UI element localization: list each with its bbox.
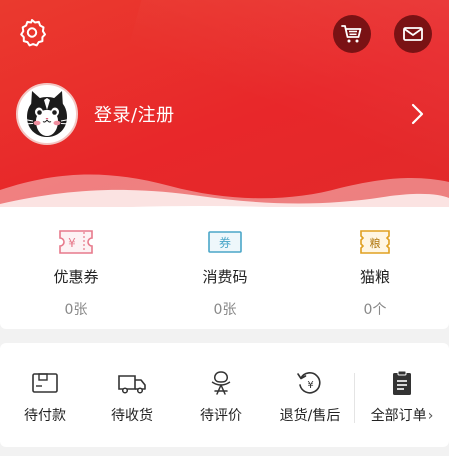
order-label: 待收货: [111, 408, 153, 424]
asset-coupons[interactable]: ¥ 优惠券 0张: [21, 229, 131, 325]
svg-text:券: 券: [219, 235, 231, 250]
order-all[interactable]: 全部订单›: [358, 369, 446, 429]
asset-count: 0张: [213, 302, 237, 318]
login-register-link[interactable]: 登录/注册: [94, 101, 175, 127]
orders-panel: 待付款 待收货 待评价 ¥ 退货/售后 全部订单›: [0, 343, 449, 447]
wallet-icon: [32, 373, 58, 393]
asset-label: 消费码: [202, 268, 248, 286]
svg-text:粮: 粮: [370, 236, 381, 250]
voucher-icon: 券: [208, 231, 242, 253]
asset-count: 0张: [64, 302, 88, 318]
cat-food-icon: 粮: [360, 230, 390, 254]
svg-text:¥: ¥: [68, 236, 76, 250]
profile-header: 登录/注册: [0, 0, 449, 215]
chevron-right-icon: [411, 103, 424, 125]
mail-icon: [403, 27, 423, 41]
order-pending-payment[interactable]: 待付款: [3, 369, 87, 429]
order-label: 退货/售后: [279, 408, 341, 424]
settings-button[interactable]: [16, 16, 48, 48]
orders-divider: [354, 373, 355, 423]
review-icon: [211, 371, 231, 395]
refund-icon: ¥: [297, 372, 321, 394]
clipboard-icon: [393, 370, 411, 395]
asset-vouchers[interactable]: 券 消费码 0张: [170, 229, 280, 325]
asset-label: 猫粮: [359, 268, 390, 286]
cart-button[interactable]: [333, 15, 371, 53]
coupon-icon: ¥: [59, 230, 93, 254]
asset-label: 优惠券: [53, 268, 99, 286]
order-pending-receipt[interactable]: 待收货: [90, 369, 174, 429]
messages-button[interactable]: [394, 15, 432, 53]
order-label: 全部订单›: [370, 408, 434, 424]
asset-count: 0个: [363, 302, 387, 318]
order-label: 待评价: [200, 408, 242, 424]
order-label: 待付款: [24, 408, 66, 424]
order-refund-aftersales[interactable]: ¥ 退货/售后: [268, 369, 352, 429]
login-register-row[interactable]: 登录/注册: [0, 83, 449, 147]
asset-cat-food[interactable]: 粮 猫粮 0个: [320, 229, 430, 325]
svg-text:¥: ¥: [307, 380, 313, 391]
avatar: [16, 83, 78, 145]
order-pending-review[interactable]: 待评价: [179, 369, 263, 429]
truck-icon: [118, 375, 146, 394]
chevron-right-icon: ›: [427, 408, 434, 424]
cat-avatar-icon: [21, 91, 73, 137]
gear-icon: [20, 19, 46, 47]
assets-panel: ¥ 优惠券 0张 券 消费码 0张 粮 猫粮 0个: [0, 207, 449, 329]
shopping-cart-icon: [341, 25, 362, 43]
